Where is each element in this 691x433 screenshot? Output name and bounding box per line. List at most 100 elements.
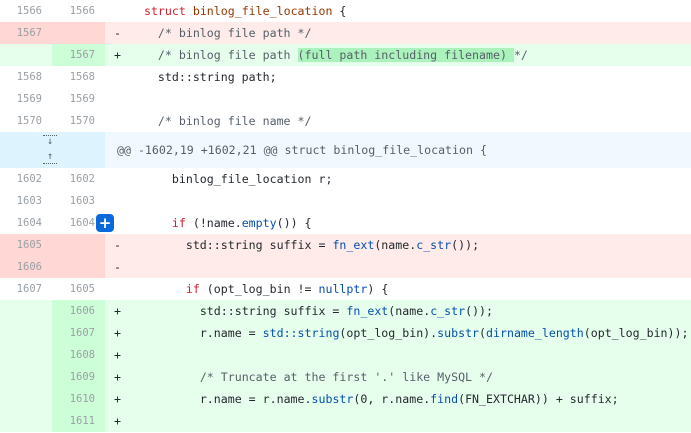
diff-rows-top: 1566 1566 struct binlog_file_location {15… — [0, 0, 691, 132]
code-token: /* binlog file path */ — [157, 26, 312, 40]
old-line-number[interactable] — [0, 410, 52, 432]
code-token: (opt_log_bin). — [339, 326, 438, 340]
diff-line-ctx: 1603 1603 — [0, 190, 691, 212]
new-line-number[interactable]: 1568 — [52, 66, 105, 88]
code-line: /* binlog file path */ — [130, 22, 691, 44]
code-token: c_str — [416, 238, 452, 252]
new-line-number[interactable]: 1608 — [52, 344, 105, 366]
code-token: ()); — [451, 238, 480, 252]
old-line-number[interactable]: 1569 — [0, 88, 52, 110]
code-token: (full path including filename) — [297, 48, 514, 62]
diff-line-add: 1608 + — [0, 344, 691, 366]
new-line-number[interactable]: 1610 — [52, 388, 105, 410]
diff-marker — [105, 190, 130, 212]
code-token: /* binlog file path — [157, 48, 298, 62]
new-line-number[interactable] — [52, 22, 105, 44]
code-line: if (opt_log_bin != nullptr) { — [130, 278, 691, 300]
code-line — [130, 344, 691, 366]
new-line-number[interactable]: 1611 — [52, 410, 105, 432]
new-line-number[interactable]: 1607 — [52, 322, 105, 344]
new-line-number[interactable]: 1605 — [52, 278, 105, 300]
new-line-number[interactable]: 1567 — [52, 44, 105, 66]
diff-line-ctx: 1607 1605 if (opt_log_bin != nullptr) { — [0, 278, 691, 300]
diff-marker — [105, 0, 130, 22]
old-line-number[interactable]: 1604 — [0, 212, 52, 234]
diff-line-ctx: 1602 1602 binlog_file_location r; — [0, 168, 691, 190]
code-token: (0, r.name. — [353, 392, 431, 406]
old-line-number[interactable]: 1602 — [0, 168, 52, 190]
code-line: /* binlog file path (full path including… — [130, 44, 691, 66]
add-comment-plus-icon[interactable]: + — [96, 214, 114, 232]
code-token: ( — [479, 326, 487, 340]
code-token: binlog_file_location r; — [171, 172, 333, 186]
diff-marker: - — [105, 22, 130, 44]
code-token: std::string — [262, 326, 340, 340]
code-line: std::string suffix = fn_ext(name.c_str()… — [130, 300, 691, 322]
code-token: fn_ext — [332, 238, 375, 252]
diff-line-del: 1606 - — [0, 256, 691, 278]
old-line-number[interactable] — [0, 366, 52, 388]
code-line: /* Truncate at the first '.' like MySQL … — [130, 366, 691, 388]
code-token: r.name = r.name. — [199, 392, 312, 406]
expand-down-icon[interactable]: ↓ — [44, 135, 56, 149]
diff-line-ctx: 1569 1569 — [0, 88, 691, 110]
diff-marker: + — [105, 300, 130, 322]
old-line-number[interactable]: 1605 — [0, 234, 52, 256]
diff-line-ctx: 1568 1568 std::string path; — [0, 66, 691, 88]
old-line-number[interactable] — [0, 322, 52, 344]
code-token: (FN_EXTCHAR)) + suffix; — [458, 392, 619, 406]
new-line-number[interactable]: 1603 — [52, 190, 105, 212]
code-token: */ — [513, 48, 528, 62]
code-token: nullptr — [318, 282, 368, 296]
expand-lines-button[interactable]: ↓ ↑ — [0, 132, 105, 168]
code-line: if (!name.empty()) { — [130, 212, 691, 234]
diff-line-del: 1605 - std::string suffix = fn_ext(name.c… — [0, 234, 691, 256]
old-line-number[interactable] — [0, 44, 52, 66]
diff-line-del: 1567 - /* binlog file path */ — [0, 22, 691, 44]
code-token: substr — [311, 392, 354, 406]
diff-line-ctx: 1604 1604 if (!name.empty()) {+ — [0, 212, 691, 234]
diff-rows-bottom: 1602 1602 binlog_file_location r; 1603 1603… — [0, 168, 691, 432]
old-line-number[interactable] — [0, 388, 52, 410]
diff-marker — [105, 278, 130, 300]
new-line-number[interactable]: 1566 — [52, 0, 105, 22]
diff-marker: - — [105, 234, 130, 256]
code-line: /* binlog file name */ — [130, 110, 691, 132]
diff-marker: + — [105, 44, 130, 66]
old-line-number[interactable]: 1607 — [0, 278, 52, 300]
old-line-number[interactable]: 1568 — [0, 66, 52, 88]
code-token: (!name. — [185, 216, 242, 230]
new-line-number[interactable]: 1569 — [52, 88, 105, 110]
new-line-number[interactable] — [52, 234, 105, 256]
old-line-number[interactable]: 1567 — [0, 22, 52, 44]
old-line-number[interactable]: 1603 — [0, 190, 52, 212]
code-token: (opt_log_bin)); — [583, 326, 689, 340]
new-line-number[interactable]: 1606 — [52, 300, 105, 322]
code-token: struct — [143, 4, 186, 18]
diff-marker: + — [105, 366, 130, 388]
old-line-number[interactable]: 1566 — [0, 0, 52, 22]
code-token: find — [430, 392, 459, 406]
diff-line-add: 1611 + — [0, 410, 691, 432]
diff-marker: - — [105, 256, 130, 278]
old-line-number[interactable]: 1570 — [0, 110, 52, 132]
diff-line-add: 1606 + std::string suffix = fn_ext(name.c… — [0, 300, 691, 322]
code-line: binlog_file_location r; — [130, 168, 691, 190]
old-line-number[interactable]: 1606 — [0, 256, 52, 278]
code-line: std::string path; — [130, 66, 691, 88]
code-token: std::string path; — [157, 70, 277, 84]
diff-line-add: 1610 + r.name = r.name.substr(0, r.name.f… — [0, 388, 691, 410]
new-line-number[interactable]: 1570 — [52, 110, 105, 132]
new-line-number[interactable]: 1609 — [52, 366, 105, 388]
expand-up-icon[interactable]: ↑ — [44, 150, 56, 164]
diff-line-add: 1567 + /* binlog file path (full path inc… — [0, 44, 691, 66]
diff-marker — [105, 66, 130, 88]
old-line-number[interactable] — [0, 300, 52, 322]
new-line-number[interactable]: 1602 — [52, 168, 105, 190]
old-line-number[interactable] — [0, 344, 52, 366]
code-token: /* Truncate at the first '.' like MySQL … — [199, 370, 493, 384]
code-token: if — [171, 216, 186, 230]
diff-marker — [105, 88, 130, 110]
new-line-number[interactable] — [52, 256, 105, 278]
